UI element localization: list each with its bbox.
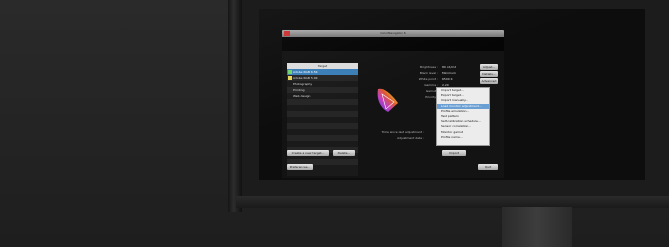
monitor-bottom-bezel [236, 196, 669, 208]
context-menu: Import target... Export target... Import m… [436, 87, 490, 146]
setting-value: Minimum [442, 71, 456, 75]
monitor-side-edge [228, 0, 242, 212]
target-status-icon [288, 76, 292, 80]
advanced-button[interactable]: Advanced [480, 78, 498, 84]
adjust-button[interactable]: Adjust... [480, 64, 498, 70]
target-list-item-label: Adobe RGB 6.5K [293, 70, 318, 74]
details-button[interactable]: Details... [480, 71, 498, 77]
setting-label: White point : [418, 77, 438, 81]
delete-button[interactable]: Delete... [333, 150, 355, 156]
top-band [282, 37, 504, 51]
create-target-button[interactable]: Create a new target... [287, 150, 329, 156]
import-button[interactable]: Import [442, 150, 466, 156]
gamut-diagram [377, 88, 398, 112]
target-list-item-label: Photography [293, 82, 313, 86]
time-since-adjustment-label: Time since last adjustment : [381, 130, 424, 134]
monitor-stand [502, 207, 572, 247]
context-menu-item[interactable]: Load monitor adjustment... [437, 103, 489, 109]
setting-value: 6500 K [442, 77, 453, 81]
title-bar[interactable]: ColorNavigator 6 [282, 30, 504, 37]
target-list-item-label: Web design [293, 94, 311, 98]
setting-label: Gamma : [424, 83, 438, 87]
setting-label: Gamut : [425, 89, 438, 93]
target-list-item-label: Adobe RGB 5.0K [293, 76, 318, 80]
adjustment-date-label: Adjustment date : [397, 136, 424, 140]
preferences-button[interactable]: Preferences... [287, 164, 313, 170]
setting-value: 80 cd/m2 [442, 65, 457, 69]
setting-label: Brightness : [420, 65, 438, 69]
target-status-icon [288, 70, 292, 74]
target-list: Target Adobe RGB 6.5K Adobe RGB 5.0K Photo… [287, 63, 358, 176]
target-list-item-label: Printing [293, 88, 305, 92]
setting-label: Black level : [419, 71, 438, 75]
context-menu-item[interactable]: Profile name... [437, 135, 489, 140]
setting-label: Priority : [425, 95, 438, 99]
window-title: ColorNavigator 6 [380, 31, 406, 35]
quit-button[interactable]: Quit [478, 164, 498, 170]
